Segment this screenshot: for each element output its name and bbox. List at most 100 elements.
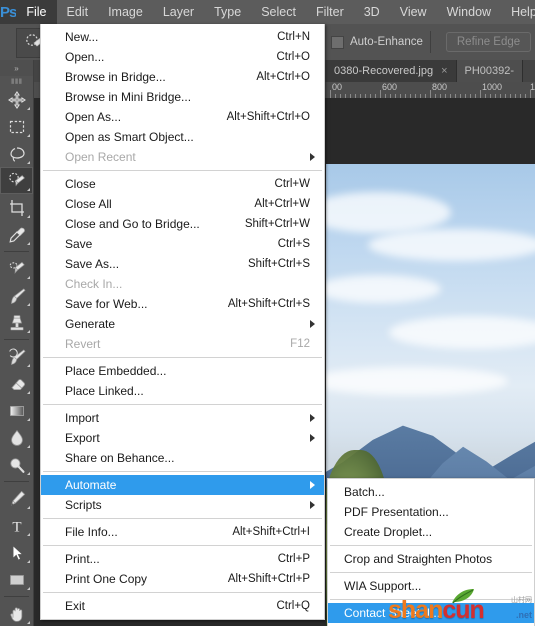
blur-tool[interactable] (0, 424, 33, 451)
menu-item-generate[interactable]: Generate (41, 314, 324, 334)
menu-item-label: Export (65, 431, 100, 445)
menu-item-pdf-presentation[interactable]: PDF Presentation... (328, 502, 534, 522)
rectangle-icon (9, 574, 24, 585)
menu-item-label: New... (65, 30, 99, 44)
menu-item-shortcut: Alt+Shift+Ctrl+P (227, 573, 310, 585)
collapse-panel-button[interactable]: » (0, 60, 33, 76)
menu-item-batch[interactable]: Batch... (328, 482, 534, 502)
menu-item-contact-sheet-ii[interactable]: Contact Sheet II... (328, 603, 534, 623)
menu-item-export[interactable]: Export (41, 428, 324, 448)
path-selection-tool[interactable] (0, 539, 33, 566)
tool-more-indicator (27, 330, 30, 333)
menu-item-label: Save for Web... (65, 297, 148, 311)
menu-item-open-as[interactable]: Open As... Alt+Shift+Ctrl+O (41, 107, 324, 127)
document-tab[interactable]: PH00392- (456, 60, 524, 82)
menu-item-save-as[interactable]: Save As... Shift+Ctrl+S (41, 254, 324, 274)
menu-item-exit[interactable]: Exit Ctrl+Q (41, 596, 324, 616)
menu-separator (43, 170, 322, 171)
document-tab[interactable]: 0380-Recovered.jpg × (326, 60, 457, 82)
menu-item-create-droplet[interactable]: Create Droplet... (328, 522, 534, 542)
crop-tool[interactable] (0, 194, 33, 221)
lasso-tool[interactable] (0, 140, 33, 167)
eyedropper-tool[interactable] (0, 221, 33, 248)
history-brush-tool[interactable] (0, 343, 33, 370)
menu-separator (43, 592, 322, 593)
menu-item-share-on-behance[interactable]: Share on Behance... (41, 448, 324, 468)
auto-enhance-checkbox[interactable] (330, 35, 344, 49)
menubar-item-select[interactable]: Select (251, 0, 306, 24)
tool-more-indicator (27, 560, 30, 563)
hand-icon (10, 607, 22, 622)
refine-edge-button[interactable]: Refine Edge (445, 32, 532, 52)
menubar-item-type[interactable]: Type (204, 0, 251, 24)
brush-tool[interactable] (0, 282, 33, 309)
menu-item-close-and-go-to-bridge[interactable]: Close and Go to Bridge... Shift+Ctrl+W (41, 214, 324, 234)
tool-more-indicator (27, 587, 30, 590)
menu-item-close-all[interactable]: Close All Alt+Ctrl+W (41, 194, 324, 214)
rectangle-tool[interactable] (0, 566, 33, 593)
tool-more-indicator (27, 533, 30, 536)
menu-item-label: Generate (65, 317, 116, 331)
tool-more-indicator (27, 472, 30, 475)
toolbar-drag-handle[interactable]: ▮▮▮ (0, 76, 33, 86)
menu-item-place-linked[interactable]: Place Linked... (41, 381, 324, 401)
clone-stamp-tool[interactable] (0, 309, 33, 336)
menu-item-label: Close and Go to Bridge... (65, 217, 200, 231)
menu-item-label: Print One Copy (65, 572, 148, 586)
menu-item-label: File Info... (65, 525, 118, 539)
menubar-item-3d[interactable]: 3D (354, 0, 390, 24)
type-tool[interactable]: T (0, 512, 33, 539)
menu-item-wia-support[interactable]: WIA Support... (328, 576, 534, 596)
menu-item-file-info[interactable]: File Info... Alt+Shift+Ctrl+I (41, 522, 324, 542)
menu-item-shortcut: Alt+Shift+Ctrl+S (227, 298, 310, 310)
pen-tool[interactable] (0, 485, 33, 512)
menu-item-print[interactable]: Print... Ctrl+P (41, 549, 324, 569)
menu-item-automate[interactable]: Automate (41, 475, 324, 495)
move-tool[interactable] (0, 86, 33, 113)
menu-item-print-one-copy[interactable]: Print One Copy Alt+Shift+Ctrl+P (41, 569, 324, 589)
menu-item-scripts[interactable]: Scripts (41, 495, 324, 515)
rectangular-marquee-tool[interactable] (0, 113, 33, 140)
quick-selection-tool[interactable] (0, 167, 33, 194)
menubar-item-filter[interactable]: Filter (306, 0, 354, 24)
menubar-item-layer[interactable]: Layer (153, 0, 204, 24)
close-icon[interactable]: × (441, 65, 447, 77)
dodge-tool[interactable] (0, 451, 33, 478)
menubar-item-view[interactable]: View (390, 0, 437, 24)
menu-item-new[interactable]: New... Ctrl+N (41, 27, 324, 47)
menubar-item-image[interactable]: Image (98, 0, 153, 24)
menu-item-label: Browse in Mini Bridge... (65, 90, 192, 104)
submenu-arrow-icon (310, 434, 315, 442)
menu-item-place-embedded[interactable]: Place Embedded... (41, 361, 324, 381)
tool-more-indicator (27, 445, 30, 448)
spot-healing-brush-tool[interactable] (0, 255, 33, 282)
menu-item-save-for-web[interactable]: Save for Web... Alt+Shift+Ctrl+S (41, 294, 324, 314)
menubar-item-help[interactable]: Help (501, 0, 535, 24)
gradient-tool[interactable] (0, 397, 33, 424)
hand-tool[interactable] (0, 600, 33, 626)
menu-item-save[interactable]: Save Ctrl+S (41, 234, 324, 254)
menubar-item-window[interactable]: Window (437, 0, 501, 24)
photo-cloud (326, 274, 441, 303)
menu-item-shortcut: Alt+Ctrl+W (254, 198, 310, 210)
menu-item-browse-in-bridge[interactable]: Browse in Bridge... Alt+Ctrl+O (41, 67, 324, 87)
menu-item-open[interactable]: Open... Ctrl+O (41, 47, 324, 67)
menu-item-close[interactable]: Close Ctrl+W (41, 174, 324, 194)
ruler-label: 800 (432, 82, 448, 92)
lasso-icon (9, 146, 25, 162)
menu-item-label: Open as Smart Object... (65, 130, 194, 144)
menu-item-shortcut: F12 (290, 338, 310, 350)
tool-more-indicator (27, 621, 30, 624)
blur-icon (10, 429, 23, 446)
ruler-tick (380, 90, 381, 98)
menu-item-browse-in-mini-bridge[interactable]: Browse in Mini Bridge... (41, 87, 324, 107)
photo-cloud (367, 228, 535, 261)
eraser-tool[interactable] (0, 370, 33, 397)
menubar-item-file[interactable]: File (16, 0, 57, 24)
menubar-item-edit[interactable]: Edit (57, 0, 99, 24)
menu-item-open-as-smart-object[interactable]: Open as Smart Object... (41, 127, 324, 147)
automate-submenu: Batch... PDF Presentation... Create Drople… (327, 478, 535, 626)
menu-item-crop-and-straighten-photos[interactable]: Crop and Straighten Photos (328, 549, 534, 569)
menu-item-import[interactable]: Import (41, 408, 324, 428)
menu-item-shortcut: Ctrl+N (277, 31, 310, 43)
